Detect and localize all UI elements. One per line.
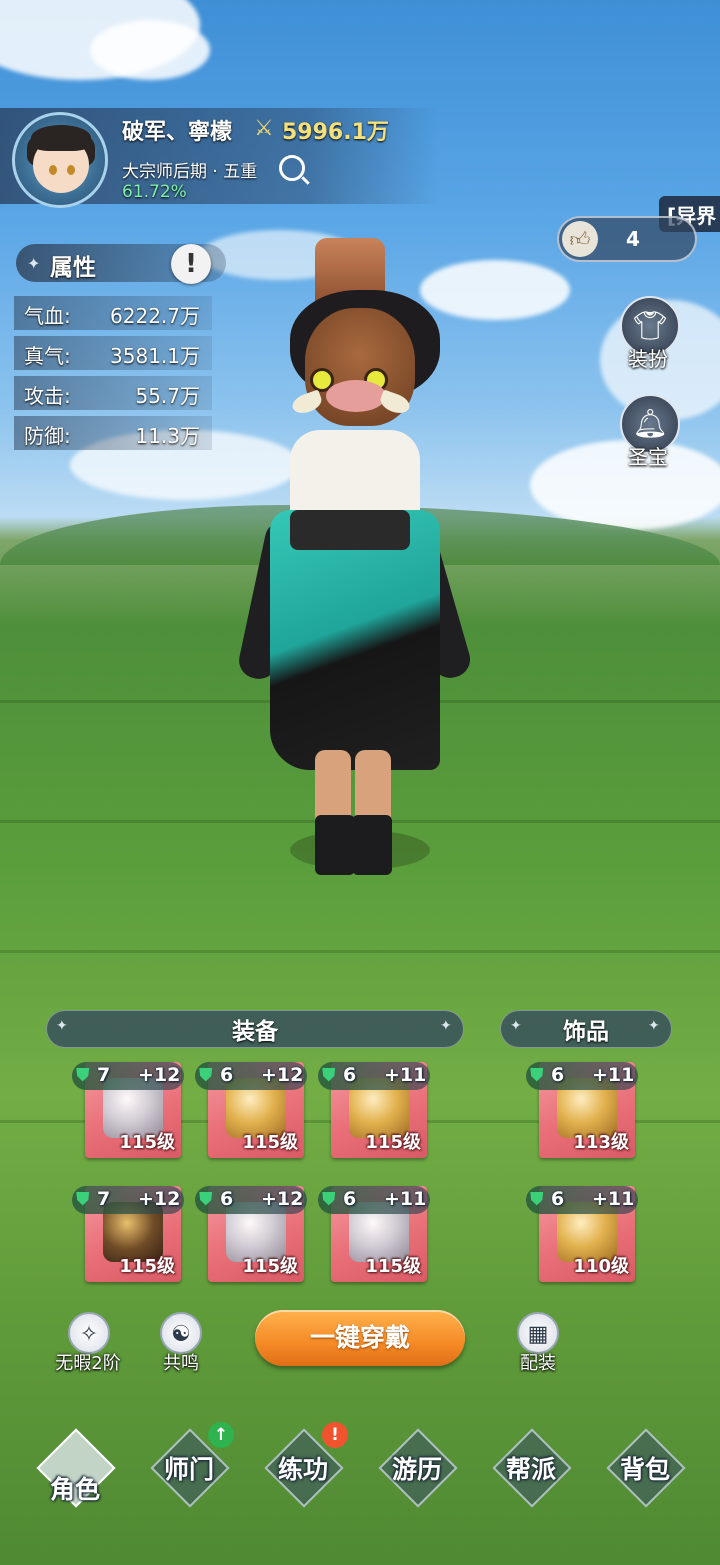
nav-label: 练功 xyxy=(277,1455,328,1484)
resonance-icon[interactable]: ☯ xyxy=(160,1312,202,1354)
stat-value: 11.3万 xyxy=(135,424,200,448)
item-level: 115级 xyxy=(242,1132,298,1153)
stat-row-defense: 防御: 11.3万 xyxy=(14,416,212,450)
treasure-label[interactable]: 圣宝 xyxy=(608,441,688,470)
diamond-icon: ✦ xyxy=(27,254,41,273)
gem-count: 7 xyxy=(97,1188,111,1210)
stat-value: 55.7万 xyxy=(135,384,200,408)
equipment-title: 装备 xyxy=(232,1019,278,1045)
player-name: 破军、寧檬 xyxy=(122,120,233,145)
nav-label: 角色 xyxy=(49,1475,100,1504)
nav-training[interactable]: 练功 ! xyxy=(248,1422,358,1540)
nav-travel[interactable]: 游历 xyxy=(362,1428,472,1540)
crossed-swords-icon: ⚔ xyxy=(254,116,274,141)
realm-progress: 61.72% xyxy=(122,182,187,202)
nav-guild[interactable]: 帮派 xyxy=(476,1428,586,1540)
enhance-level: +11 xyxy=(384,1064,427,1086)
gem-count: 6 xyxy=(343,1064,357,1086)
gem-count: 6 xyxy=(343,1188,357,1210)
enhance-level: +11 xyxy=(592,1188,635,1210)
gem-count: 6 xyxy=(551,1064,565,1086)
equip-all-button[interactable]: 一键穿戴 xyxy=(255,1310,465,1366)
item-level: 115级 xyxy=(365,1256,421,1277)
character-model[interactable] xyxy=(230,230,530,900)
enhance-level: +12 xyxy=(138,1064,181,1086)
gem-count: 6 xyxy=(551,1188,565,1210)
alert-icon: ! xyxy=(322,1422,348,1448)
enhance-level: +12 xyxy=(261,1188,304,1210)
thumbs-up-icon[interactable]: 👍︎ xyxy=(562,221,598,257)
stat-row-hp: 气血: 6222.7万 xyxy=(14,296,212,330)
item-level: 115级 xyxy=(242,1256,298,1277)
item-level: 113级 xyxy=(573,1132,629,1153)
nav-label: 师门 xyxy=(163,1455,214,1484)
enhance-level: +11 xyxy=(592,1064,635,1086)
stat-label: 气血: xyxy=(24,304,71,328)
enhance-level: +12 xyxy=(138,1188,181,1210)
gem-count: 7 xyxy=(97,1064,111,1086)
nav-bag[interactable]: 背包 xyxy=(590,1428,700,1540)
flawless-label[interactable]: 无暇2阶 xyxy=(38,1349,138,1375)
nav-label: 游历 xyxy=(391,1455,442,1484)
stat-label: 真气: xyxy=(24,344,71,368)
avatar[interactable] xyxy=(12,112,108,208)
grid-icon[interactable]: ▦ xyxy=(517,1312,559,1354)
accessories-title: 饰品 xyxy=(563,1019,609,1045)
nav-character[interactable]: 角色 xyxy=(20,1428,130,1540)
diamond-icon: ✦ xyxy=(56,1018,68,1034)
diamond-icon: ✦ xyxy=(440,1018,452,1034)
gem-count: 6 xyxy=(220,1064,234,1086)
nav-label: 帮派 xyxy=(505,1455,556,1484)
attributes-title: 属性 xyxy=(50,255,96,281)
item-level: 115级 xyxy=(365,1132,421,1153)
info-icon[interactable]: ! xyxy=(171,244,211,284)
stat-value: 6222.7万 xyxy=(110,304,200,328)
cultivation-realm: 大宗师后期 · 五重 xyxy=(122,162,258,182)
nav-label: 背包 xyxy=(619,1455,670,1484)
item-level: 115级 xyxy=(119,1256,175,1277)
stat-label: 攻击: xyxy=(24,384,71,408)
stat-row-qi: 真气: 3581.1万 xyxy=(14,336,212,370)
stat-row-attack: 攻击: 55.7万 xyxy=(14,376,212,410)
loadout-label[interactable]: 配装 xyxy=(488,1349,588,1375)
gem-count: 6 xyxy=(220,1188,234,1210)
flawless-icon[interactable]: ✧ xyxy=(68,1312,110,1354)
outfit-label[interactable]: 装扮 xyxy=(608,343,688,372)
stat-value: 3581.1万 xyxy=(110,344,200,368)
diamond-icon: ✦ xyxy=(648,1018,660,1034)
nav-sect[interactable]: 师门 ↑ xyxy=(134,1422,244,1540)
combat-power: 5996.1万 xyxy=(282,120,389,145)
item-level: 110级 xyxy=(573,1256,629,1277)
resonance-label[interactable]: 共鸣 xyxy=(131,1349,231,1375)
enhance-level: +11 xyxy=(384,1188,427,1210)
diamond-icon: ✦ xyxy=(510,1018,522,1034)
search-icon[interactable] xyxy=(279,155,305,181)
arrow-up-icon: ↑ xyxy=(208,1422,234,1448)
item-level: 115级 xyxy=(119,1132,175,1153)
like-count: 4 xyxy=(626,227,640,251)
enhance-level: +12 xyxy=(261,1064,304,1086)
stat-label: 防御: xyxy=(24,424,71,448)
